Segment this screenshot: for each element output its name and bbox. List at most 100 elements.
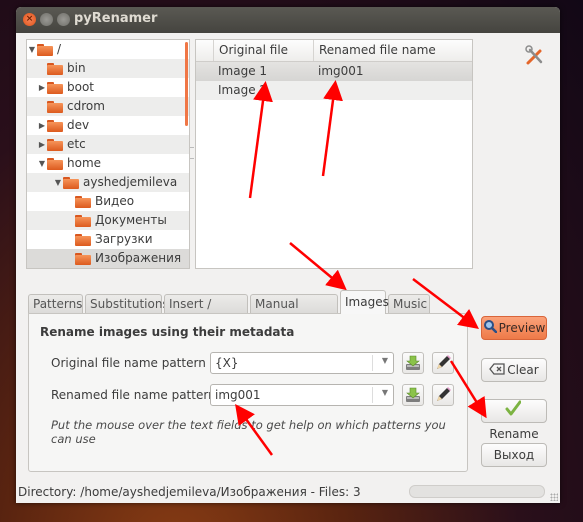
tab-patterns[interactable]: Patterns [28,294,83,313]
tree-item-label: boot [67,80,95,94]
renamed-pattern-combo[interactable]: img001 ▼ [210,384,394,406]
tree-item-label: cdrom [67,99,105,113]
resize-grip[interactable] [550,493,558,501]
tree-item[interactable]: ▶ boot [27,78,189,97]
column-header-renamed[interactable]: Renamed file name [313,40,469,61]
checkmark-icon [505,400,522,423]
save-icon [406,355,420,370]
tree-item[interactable]: cdrom [27,97,189,116]
close-button[interactable]: × [23,13,36,26]
original-pattern-combo[interactable]: {X} ▼ [210,352,394,374]
pane-resize-handle[interactable] [190,147,194,159]
original-pattern-input[interactable]: {X} [215,356,239,370]
edit-original-pattern-button[interactable] [432,352,454,374]
combo-separator [372,387,373,403]
tree-item-label: / [57,42,62,56]
tab-music[interactable]: Music [388,294,430,313]
expander-closed-icon[interactable]: ▶ [37,116,47,135]
folder-icon [75,196,91,208]
magnifier-icon [483,318,497,340]
tree-item[interactable]: bin [27,59,189,78]
tree-item-label: home [67,156,102,170]
combo-separator [372,355,373,371]
maximize-button[interactable] [57,13,70,26]
tree-item[interactable]: ▼ home [27,154,189,173]
tab-images[interactable]: Images [340,290,389,314]
folder-icon [47,82,63,94]
tree-item-label: Загрузки [95,232,153,246]
close-icon: × [25,14,34,24]
file-table[interactable]: Original file name Renamed file name Ima… [195,39,473,269]
tree-scrollbar[interactable] [185,42,188,126]
original-name-cell: Image 2 [218,83,268,97]
renamed-pattern-label: Renamed file name pattern [51,388,216,402]
renamed-name-cell: img001 [318,64,364,78]
tree-item-label: bin [67,61,86,75]
expander-closed-icon[interactable]: ▶ [37,135,47,154]
original-name-cell: Image 1 [218,64,268,78]
preferences-tools-icon[interactable] [524,45,546,67]
save-original-pattern-button[interactable] [402,352,424,374]
status-bar: Directory: /home/ayshedjemileva/Изображе… [16,481,560,503]
pattern-help-hint: Put the mouse over the text fields to ge… [51,418,446,446]
tree-item[interactable]: Изображения [27,249,189,268]
table-row[interactable]: Image 2 [196,81,472,100]
tree-item-label: Изображения [95,251,182,265]
window-title: pyRenamer [74,11,158,26]
tab-insert-delete[interactable]: Insert / Delete [164,294,248,329]
folder-icon [37,44,53,56]
expander-open-icon[interactable]: ▼ [37,154,47,173]
edit-renamed-pattern-button[interactable] [432,384,454,406]
header-spacer [196,40,213,61]
chevron-down-icon[interactable]: ▼ [382,388,388,397]
tree-item[interactable]: Видео [27,192,189,211]
folder-icon [75,253,91,265]
tab-substitutions[interactable]: Substitutions [85,294,169,313]
app-window: × pyRenamer ▼ / bin ▶ boot cdrom ▶ dev ▶ etc ▼ home… [16,7,560,503]
folder-icon [47,158,63,170]
preview-button[interactable]: Preview [481,316,547,340]
tree-item[interactable]: ▶ dev [27,116,189,135]
chevron-down-icon[interactable]: ▼ [382,356,388,365]
save-icon [406,387,420,402]
minimize-button[interactable] [40,13,53,26]
original-pattern-label: Original file name pattern [51,356,206,370]
clear-label: Clear [507,363,539,377]
tree-item-label: Видео [95,194,135,208]
table-row[interactable]: Image 1 img001 [196,62,472,81]
expander-open-icon[interactable]: ▼ [53,173,63,192]
title-bar[interactable]: × pyRenamer [16,7,560,33]
folder-icon [63,177,79,189]
preview-label: Preview [498,321,546,335]
section-title: Rename images using their metadata [40,325,295,339]
save-renamed-pattern-button[interactable] [402,384,424,406]
exit-button[interactable]: Выход [481,443,547,467]
expander-open-icon[interactable]: ▼ [27,40,37,59]
folder-icon [47,63,63,75]
directory-tree[interactable]: ▼ / bin ▶ boot cdrom ▶ dev ▶ etc ▼ home ▼ ayshedjemil… [26,39,190,269]
tree-item[interactable]: ▼ ayshedjemileva [27,173,189,192]
column-header-original[interactable]: Original file name [213,40,316,78]
rename-button[interactable]: Rename [481,399,547,441]
folder-icon [47,120,63,132]
exit-label: Выход [493,448,535,462]
progress-bar [409,485,545,498]
images-tab-panel: Rename images using their metadata Origi… [28,313,468,472]
folder-icon [75,215,91,227]
renamed-pattern-input[interactable]: img001 [215,388,261,402]
folder-icon [75,234,91,246]
tree-item[interactable]: ▼ / [27,40,189,59]
tree-item-label: dev [67,118,90,132]
expander-closed-icon[interactable]: ▶ [37,78,47,97]
pencil-icon [437,387,451,401]
status-text: Directory: /home/ayshedjemileva/Изображе… [18,485,361,499]
tree-item-label: etc [67,137,86,151]
tree-item-label: Документы [95,213,167,227]
clear-button[interactable]: Clear [481,358,547,382]
tab-manual-rename[interactable]: Manual rename [250,294,338,329]
clear-icon [489,360,505,382]
rename-label: Rename [489,427,539,441]
tree-item[interactable]: Загрузки [27,230,189,249]
tree-item[interactable]: ▶ etc [27,135,189,154]
tree-item[interactable]: Документы [27,211,189,230]
